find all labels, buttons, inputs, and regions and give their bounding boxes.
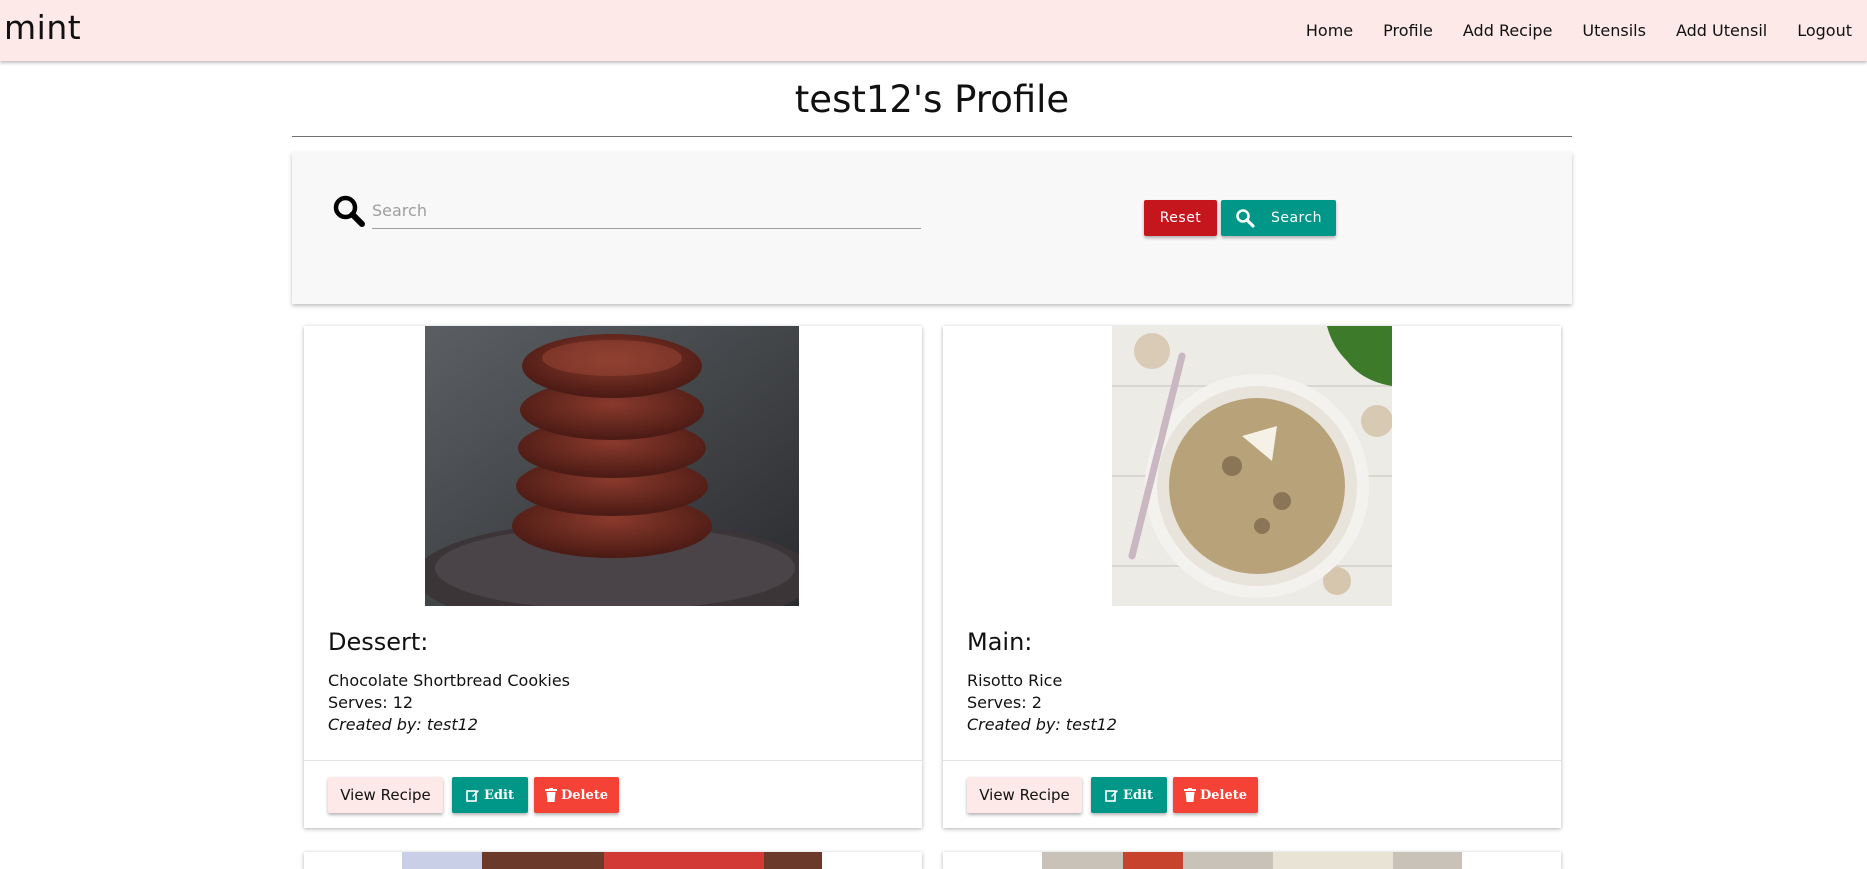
search-button-icon [1236,209,1255,228]
search-input[interactable] [372,192,921,229]
recipe-category: Dessert: [328,628,429,656]
top-navbar: mint Home Profile Add Recipe Utensils Ad… [0,0,1867,61]
trash-icon [544,788,557,802]
recipe-serves: Serves: 2 [967,693,1042,712]
search-icon [333,195,365,227]
recipe-serves: Serves: 12 [328,693,414,712]
edit-icon [1105,790,1119,802]
recipe-image [1112,326,1392,606]
view-recipe-button[interactable]: View Recipe [328,777,443,813]
delete-button[interactable]: Delete [534,777,619,813]
chocolate-cookies-image [425,326,799,606]
card-divider [304,760,922,761]
delete-button[interactable]: Delete [1173,777,1258,813]
search-panel: Reset Search [292,152,1572,304]
reset-button[interactable]: Reset [1144,200,1217,236]
nav-links: Home Profile Add Recipe Utensils Add Ute… [1291,0,1867,61]
edit-label: Edit [484,787,514,803]
search-button[interactable]: Search [1221,200,1336,236]
recipe-card-partial [304,852,922,869]
nav-logout[interactable]: Logout [1782,21,1867,40]
edit-button[interactable]: Edit [1091,777,1167,813]
title-divider [292,136,1572,137]
edit-icon [466,790,480,802]
nav-add-recipe[interactable]: Add Recipe [1448,21,1568,40]
nav-add-utensil[interactable]: Add Utensil [1661,21,1782,40]
recipe-category: Main: [967,628,1033,656]
recipe-card: Dessert: Chocolate Shortbread Cookies Se… [304,326,922,828]
page-title: test12's Profile [794,78,1070,121]
search-button-label: Search [1270,210,1323,226]
recipe-name: Chocolate Shortbread Cookies [328,671,570,690]
edit-button[interactable]: Edit [452,777,528,813]
trash-icon [1183,788,1196,802]
recipe-image [425,326,799,606]
recipe-card: Main: Risotto Rice Serves: 2 Created by:… [943,326,1561,828]
nav-profile[interactable]: Profile [1368,21,1448,40]
card-divider [943,760,1561,761]
brand-logo[interactable]: mint [4,8,81,47]
delete-label: Delete [1199,787,1248,803]
recipe-name: Risotto Rice [967,671,1063,690]
recipe-author: Created by: test12 [328,715,478,734]
recipe-card-partial [943,852,1561,869]
recipe-image-partial [402,852,822,869]
delete-label: Delete [560,787,609,803]
recipe-author: Created by: test12 [967,715,1117,734]
nav-home[interactable]: Home [1291,21,1368,40]
risotto-image [1112,326,1392,606]
recipe-image-partial [1042,852,1462,869]
view-recipe-button[interactable]: View Recipe [967,777,1082,813]
edit-label: Edit [1123,787,1153,803]
nav-utensils[interactable]: Utensils [1567,21,1661,40]
